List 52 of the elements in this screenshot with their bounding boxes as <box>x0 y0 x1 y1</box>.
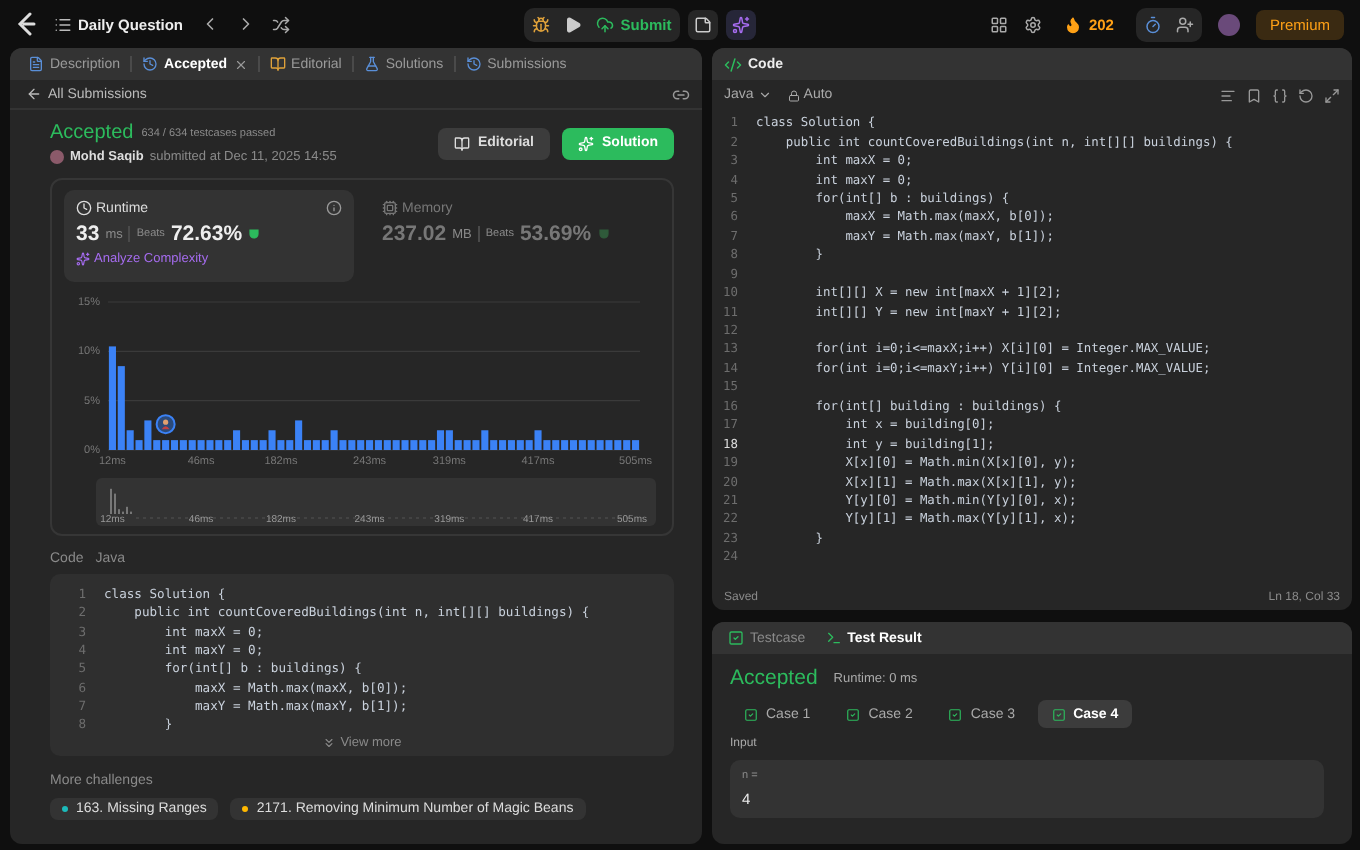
link-icon[interactable] <box>672 85 690 103</box>
shuffle-icon[interactable] <box>271 15 290 33</box>
lock-icon <box>787 89 800 101</box>
check-icon <box>948 707 963 721</box>
braces-icon[interactable] <box>1272 87 1288 103</box>
flask-icon <box>363 56 380 72</box>
format-icon[interactable] <box>1220 87 1236 103</box>
expand-icon[interactable] <box>1324 87 1340 103</box>
checkbox-icon <box>728 630 744 646</box>
status-text: Accepted <box>730 666 818 690</box>
list-icon[interactable] <box>54 15 72 33</box>
reset-icon[interactable] <box>1298 87 1314 103</box>
sparkles-icon <box>76 252 90 266</box>
bookmark-icon[interactable] <box>1246 87 1262 103</box>
play-icon <box>564 15 583 33</box>
bug-icon <box>532 15 551 33</box>
close-icon[interactable] <box>233 57 248 71</box>
check-icon <box>744 707 758 721</box>
terminal-icon <box>825 630 842 646</box>
ai-button[interactable] <box>725 9 756 39</box>
add-user-icon <box>1175 15 1194 33</box>
layout-icon[interactable] <box>990 15 1009 33</box>
chevrons-down-icon <box>322 736 337 751</box>
arrow-left-icon <box>26 86 42 102</box>
avatar <box>50 150 64 164</box>
document-icon <box>28 56 44 72</box>
sparkles-icon <box>578 135 594 151</box>
code-icon <box>724 55 742 73</box>
status-text: Accepted <box>50 122 134 144</box>
clock-icon <box>76 200 92 216</box>
check-icon <box>846 707 861 721</box>
chevron-down-icon <box>757 88 772 102</box>
note-button[interactable] <box>687 9 718 39</box>
beats-value: 53.69% <box>519 222 592 246</box>
note-icon <box>693 15 712 33</box>
chip-icon <box>382 200 398 216</box>
check-icon <box>1051 707 1066 721</box>
cloud-upload-icon <box>596 15 615 33</box>
metric-value: 33 <box>76 222 100 246</box>
avatar[interactable] <box>1217 13 1240 35</box>
history-icon <box>142 56 159 72</box>
book-icon <box>453 135 470 151</box>
sparkles-icon <box>731 15 750 33</box>
book-icon <box>269 56 286 72</box>
history-icon <box>465 56 482 72</box>
info-icon[interactable] <box>326 200 342 216</box>
flame-icon <box>1064 15 1083 33</box>
timer-icon <box>1143 15 1162 33</box>
settings-icon[interactable] <box>1024 15 1043 33</box>
metric-value: 237.02 <box>382 222 447 246</box>
beats-value: 72.63% <box>170 222 243 246</box>
submission-marker-icon <box>155 414 176 435</box>
